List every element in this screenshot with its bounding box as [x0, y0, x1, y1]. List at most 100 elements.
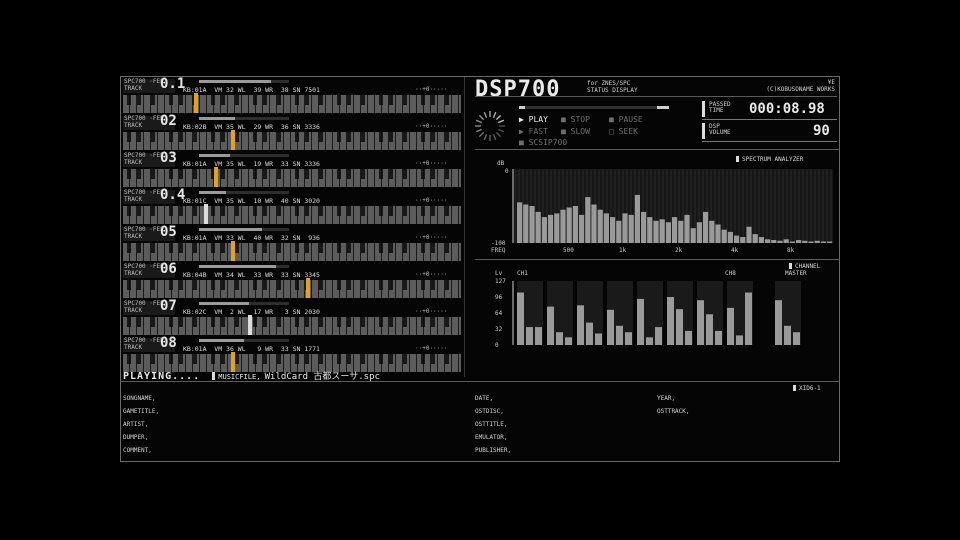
spectrum-bar [740, 237, 746, 243]
channel-volume-fill [199, 154, 230, 157]
levels-tick: 0 [495, 342, 499, 349]
channel-label-bottom: TRACK [124, 307, 143, 314]
channel-pan: ··+0····· [415, 345, 448, 352]
level-meter-bar [736, 335, 743, 345]
levels-tick: 64 [495, 310, 503, 317]
spectrum-bar [647, 217, 653, 243]
channel-number: 03 [160, 150, 177, 166]
spectrum-bar [628, 214, 634, 243]
dial-tick [475, 128, 482, 133]
active-note-marker [231, 130, 235, 150]
level-meter-bar [586, 322, 593, 345]
level-meter-bar [655, 327, 662, 345]
pause-label: PAUSE [618, 115, 643, 124]
spectrum-bar [541, 217, 547, 243]
spectrum-bar [616, 220, 622, 243]
channel-track-3[interactable]: SPC700 ·FEE TRACK 03 KB:01A VM 35 WL 19 WR … [123, 150, 461, 189]
spectrum-bar [566, 207, 572, 243]
channel-number: 02 [160, 113, 177, 129]
active-note-marker [204, 204, 208, 224]
corner-line-2: (C)KOBUSONAME WORKS [766, 86, 835, 93]
fast-label: FAST [528, 127, 548, 136]
piano-keyboard [123, 95, 461, 113]
levels-tick: 127 [495, 278, 506, 285]
channel-pan: ··+0····· [415, 160, 448, 167]
spectrum-bar [715, 224, 721, 243]
channel-track-5[interactable]: SPC700 ·FEE TRACK 05 KB:01A VM 33 WL 40 WR … [123, 224, 461, 263]
level-meter-bar [775, 300, 782, 345]
level-meter-bar [667, 297, 674, 345]
channel-number: 0.1 [160, 76, 186, 92]
channel-info: KB:01A VM 35 WL 19 WR 33 SN 3336 [183, 160, 320, 168]
level-meter-bar [607, 309, 614, 345]
channel-label-top: SPC700 ·FEE [124, 152, 164, 159]
spectrum-bar [808, 241, 814, 243]
level-meter-bar [547, 306, 554, 345]
spectrum-bar [603, 213, 609, 243]
channel-track-7[interactable]: SPC700 ·FEE TRACK 07 KB:02C VM 2 WL 17 WR 3… [123, 298, 461, 337]
active-note-marker [214, 167, 218, 187]
channel-pan: ··+0····· [415, 197, 448, 204]
tag-ostdisc: OSTDISC, [475, 408, 504, 415]
divider [464, 77, 465, 377]
dial-tick [478, 114, 485, 121]
pause-button[interactable]: ■ PAUSE [609, 115, 643, 124]
spectrum-bar [827, 241, 833, 243]
piano-keyboard [123, 132, 461, 150]
levels-lv-label: Lv [495, 270, 503, 277]
channel-pan: ··+0····· [415, 234, 448, 241]
dial-tick [492, 134, 497, 141]
spectrum-bar [690, 228, 696, 243]
spectrum-bar [659, 219, 665, 243]
subtitle-line-2: STATUS DISPLAY [587, 87, 638, 94]
level-meter-bar [526, 327, 533, 345]
tag-dumper: DUMPER, [123, 434, 149, 441]
header-rule [475, 96, 837, 97]
spectrum-bar [796, 240, 802, 243]
piano-keyboard [123, 243, 461, 261]
spectrum-bar [548, 214, 554, 243]
channel-info: KB:01A VM 33 WL 40 WR 32 SN 936 [183, 234, 320, 242]
level-meter-bar [616, 325, 623, 345]
channel-track-1[interactable]: SPC700 ·FEE TRACK 0.1 KB:01A VM 32 WL 39 WR… [123, 76, 461, 115]
channel-track-2[interactable]: SPC700 ·FEE TRACK 02 KB:02B VM 35 WL 29 WR … [123, 113, 461, 152]
levels-ch8-label: CH8 [725, 270, 736, 277]
spectrum-bar [579, 214, 585, 243]
dial-tick [475, 119, 482, 124]
spectrum-bar [758, 237, 764, 243]
channel-volume-fill [199, 191, 226, 194]
level-meter-bar [727, 307, 734, 345]
spectrum-bar [517, 202, 523, 243]
scsi-button[interactable]: ■ SCSIP700 [519, 138, 567, 147]
level-meter-bar [697, 300, 704, 345]
slow-button[interactable]: ■ SLOW [561, 127, 590, 136]
spectrum-bar [771, 240, 777, 243]
channel-info: KB:02B VM 35 WL 29 WR 36 SN 3336 [183, 123, 320, 131]
level-meter-bar [676, 309, 683, 345]
spectrum-bar [678, 220, 684, 243]
spectrum-bar [802, 240, 808, 243]
dial-tick [483, 134, 488, 141]
spectrum-bar [752, 234, 758, 243]
play-button[interactable]: ▶ PLAY [519, 115, 548, 124]
channel-volume-fill [199, 117, 235, 120]
seek-button[interactable]: □ SEEK [609, 127, 638, 136]
tags-top-rule [121, 381, 839, 382]
seek-bar[interactable] [519, 106, 669, 109]
channel-label-top: SPC700 ·FEE [124, 189, 164, 196]
tag-gametitle: GAMETITLE, [123, 408, 160, 415]
channel-info: KB:04B VM 34 WL 33 WR 33 SN 3345 [183, 271, 320, 279]
spectrum-bar [585, 197, 591, 243]
stop-button[interactable]: ■ STOP [561, 115, 590, 124]
piano-keyboard [123, 280, 461, 298]
spectrum-bar [523, 204, 529, 243]
fast-button[interactable]: ▶ FAST [519, 127, 548, 136]
spectrum-bar [591, 204, 597, 243]
level-meter-bar [793, 332, 800, 345]
volume-value: 90 [813, 123, 830, 139]
level-meter-bar [535, 327, 542, 345]
channel-track-6[interactable]: SPC700 ·FEE TRACK 06 KB:04B VM 34 WL 33 WR … [123, 261, 461, 300]
spectrum-top-rule [475, 149, 839, 150]
channel-track-4[interactable]: SPC700 ·FEE TRACK 0.4 KB:01C VM 35 WL 10 WR… [123, 187, 461, 226]
spectrum-freq-tick: 500 [563, 247, 574, 253]
